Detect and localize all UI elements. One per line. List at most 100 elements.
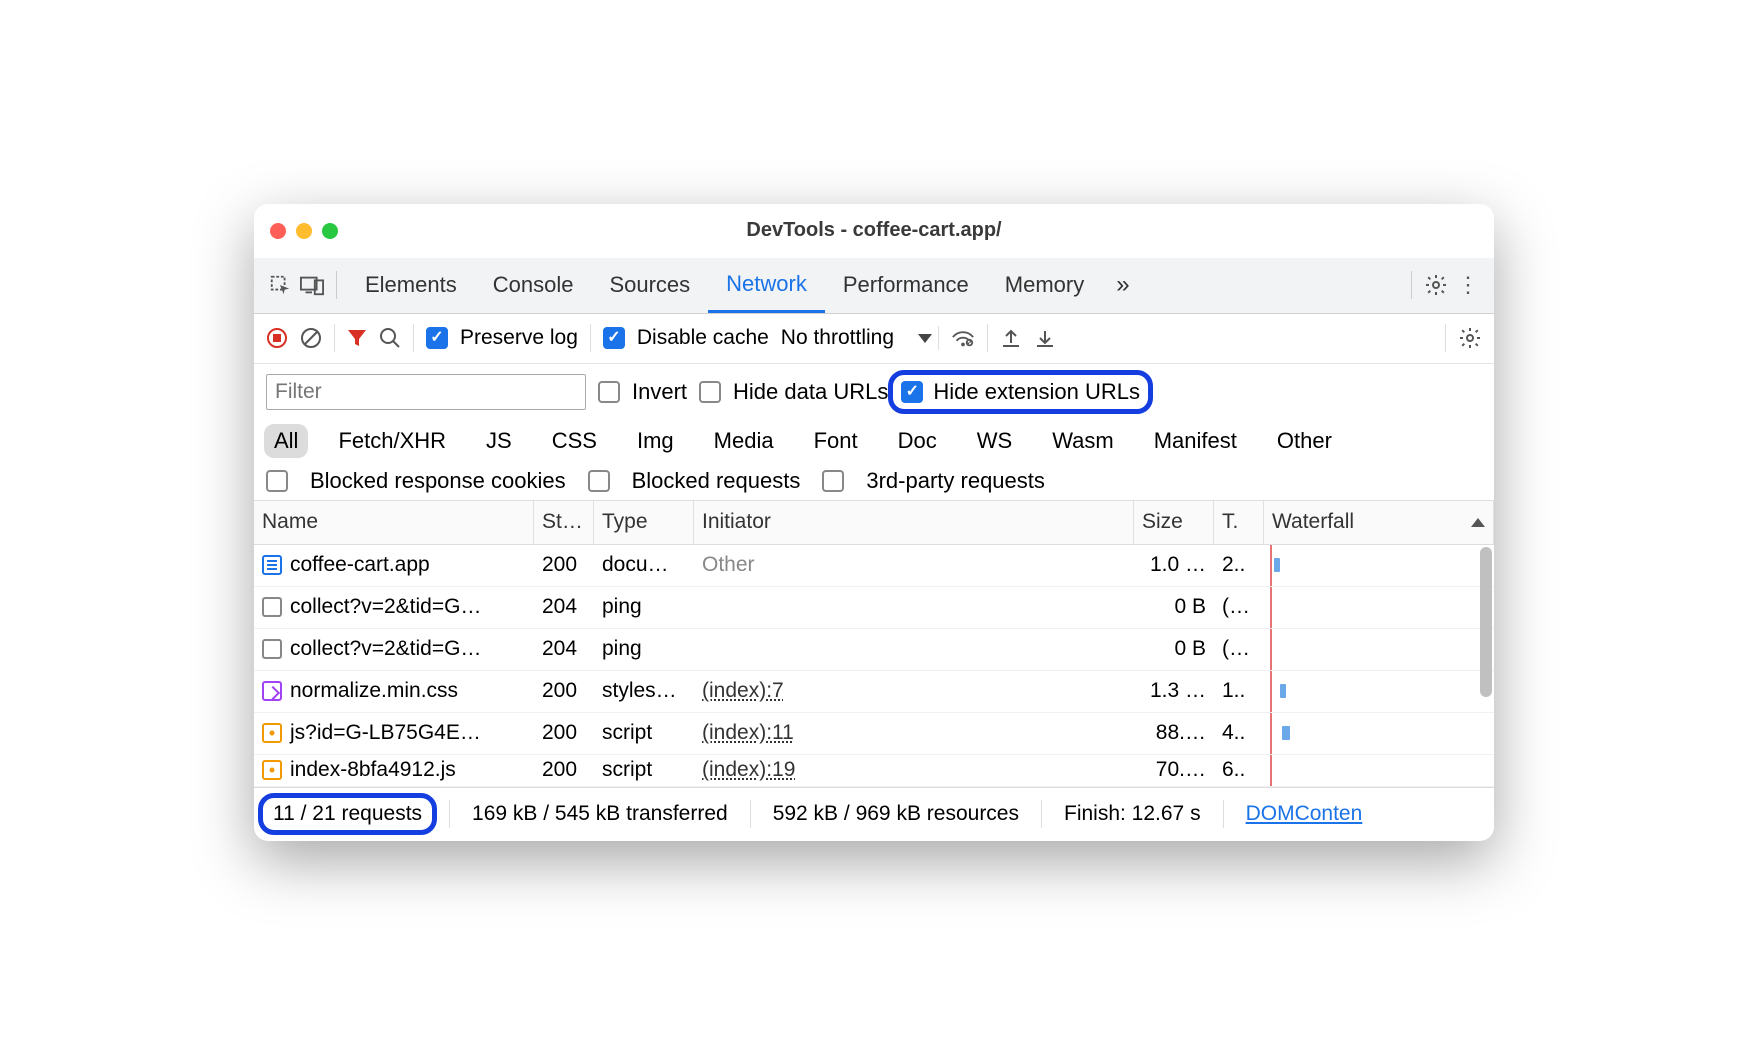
- chip-ws[interactable]: WS: [967, 424, 1022, 458]
- clear-button-icon[interactable]: [300, 327, 322, 349]
- waterfall-cell: [1264, 755, 1494, 786]
- status-code: 204: [534, 637, 594, 661]
- preserve-log-checkbox[interactable]: [426, 327, 448, 349]
- invert-label: Invert: [632, 379, 687, 405]
- tab-elements[interactable]: Elements: [347, 257, 475, 313]
- status-code: 204: [534, 595, 594, 619]
- waterfall-cell: [1264, 545, 1494, 586]
- throttling-select[interactable]: No throttling: [781, 326, 939, 350]
- chip-wasm[interactable]: Wasm: [1042, 424, 1124, 458]
- chip-font[interactable]: Font: [804, 424, 868, 458]
- device-toolbar-icon[interactable]: [298, 271, 326, 299]
- col-initiator[interactable]: Initiator: [694, 501, 1134, 544]
- col-type[interactable]: Type: [594, 501, 694, 544]
- js-file-icon: [262, 760, 282, 780]
- initiator-link[interactable]: (index):19: [702, 758, 795, 781]
- table-row[interactable]: collect?v=2&tid=G…204ping0 B(…: [254, 587, 1494, 629]
- request-type: docu…: [594, 553, 694, 577]
- scrollbar-thumb[interactable]: [1480, 547, 1492, 697]
- separator: [413, 324, 414, 352]
- waterfall-cell: [1264, 713, 1494, 754]
- initiator-link[interactable]: (index):11: [702, 721, 794, 744]
- network-settings-gear-icon[interactable]: [1458, 326, 1482, 350]
- thirdparty-label: 3rd-party requests: [866, 468, 1045, 494]
- time-cell: (…: [1214, 595, 1264, 619]
- col-status[interactable]: St…: [534, 501, 594, 544]
- network-toolbar: Preserve log Disable cache No throttling: [254, 314, 1494, 364]
- request-type: ping: [594, 637, 694, 661]
- resource-type-chips: All Fetch/XHR JS CSS Img Media Font Doc WS Wasm Ma…: [254, 420, 1494, 462]
- divider: [336, 271, 337, 299]
- col-time[interactable]: T.: [1214, 501, 1264, 544]
- chip-css[interactable]: CSS: [542, 424, 607, 458]
- divider: [1411, 271, 1412, 299]
- upload-har-icon[interactable]: [1000, 327, 1022, 349]
- col-size[interactable]: Size: [1134, 501, 1214, 544]
- sort-ascending-icon: [1471, 518, 1485, 527]
- chip-js[interactable]: JS: [476, 424, 522, 458]
- tab-memory[interactable]: Memory: [987, 257, 1102, 313]
- network-conditions-icon[interactable]: [951, 327, 975, 349]
- filter-input[interactable]: [266, 374, 586, 410]
- tab-more[interactable]: »: [1106, 257, 1139, 313]
- tab-console[interactable]: Console: [475, 257, 592, 313]
- record-button-icon[interactable]: [266, 327, 288, 349]
- thirdparty-checkbox[interactable]: [822, 470, 844, 492]
- settings-gear-icon[interactable]: [1422, 271, 1450, 299]
- size-cell: 70.…: [1134, 758, 1214, 782]
- table-row[interactable]: normalize.min.css200styles…(index):71.3 …: [254, 671, 1494, 713]
- hide-extension-urls-label: Hide extension URLs: [933, 379, 1140, 405]
- download-har-icon[interactable]: [1034, 327, 1056, 349]
- disable-cache-checkbox[interactable]: [603, 327, 625, 349]
- inspect-element-icon[interactable]: [266, 271, 294, 299]
- request-name: index-8bfa4912.js: [290, 758, 456, 782]
- tab-network[interactable]: Network: [708, 257, 825, 313]
- blocked-cookies-label: Blocked response cookies: [310, 468, 566, 494]
- window-title: DevTools - coffee-cart.app/: [254, 219, 1494, 242]
- domcontent-link[interactable]: DOMConten: [1246, 802, 1363, 826]
- col-waterfall[interactable]: Waterfall: [1264, 501, 1494, 544]
- chip-media[interactable]: Media: [704, 424, 784, 458]
- table-row[interactable]: collect?v=2&tid=G…204ping0 B(…: [254, 629, 1494, 671]
- hide-data-urls-checkbox[interactable]: [699, 381, 721, 403]
- close-window-button[interactable]: [270, 223, 286, 239]
- chip-all[interactable]: All: [264, 424, 308, 458]
- chip-fetchxhr[interactable]: Fetch/XHR: [328, 424, 456, 458]
- separator: [750, 800, 751, 828]
- table-row[interactable]: coffee-cart.app200docu…Other1.0 …2..: [254, 545, 1494, 587]
- tab-performance[interactable]: Performance: [825, 257, 987, 313]
- disable-cache-label: Disable cache: [637, 326, 769, 350]
- invert-checkbox[interactable]: [598, 381, 620, 403]
- chip-doc[interactable]: Doc: [888, 424, 947, 458]
- finish-time: Finish: 12.67 s: [1064, 802, 1201, 826]
- time-cell: 6..: [1214, 758, 1264, 782]
- request-name: js?id=G-LB75G4E…: [290, 721, 481, 745]
- time-cell: (…: [1214, 637, 1264, 661]
- tab-sources[interactable]: Sources: [591, 257, 708, 313]
- request-type: ping: [594, 595, 694, 619]
- chip-manifest[interactable]: Manifest: [1144, 424, 1247, 458]
- search-icon[interactable]: [379, 327, 401, 349]
- kebab-menu-icon[interactable]: ⋮: [1454, 271, 1482, 299]
- blocked-cookies-checkbox[interactable]: [266, 470, 288, 492]
- table-row[interactable]: js?id=G-LB75G4E…200script(index):1188.…4…: [254, 713, 1494, 755]
- maximize-window-button[interactable]: [322, 223, 338, 239]
- initiator-cell: (index):7: [694, 679, 1134, 703]
- minimize-window-button[interactable]: [296, 223, 312, 239]
- filter-funnel-icon[interactable]: [347, 328, 367, 348]
- filter-bar: Invert Hide data URLs Hide extension URL…: [254, 364, 1494, 420]
- separator: [334, 324, 335, 352]
- request-name: collect?v=2&tid=G…: [290, 595, 481, 619]
- blocked-requests-label: Blocked requests: [632, 468, 801, 494]
- table-row[interactable]: index-8bfa4912.js200script(index):1970.……: [254, 755, 1494, 787]
- initiator-link[interactable]: (index):7: [702, 679, 784, 702]
- size-cell: 1.3 …: [1134, 679, 1214, 703]
- col-name[interactable]: Name: [254, 501, 534, 544]
- resources-size: 592 kB / 969 kB resources: [773, 802, 1019, 826]
- chip-img[interactable]: Img: [627, 424, 684, 458]
- time-cell: 1..: [1214, 679, 1264, 703]
- hide-extension-urls-checkbox[interactable]: [901, 381, 923, 403]
- blocked-requests-checkbox[interactable]: [588, 470, 610, 492]
- chip-other[interactable]: Other: [1267, 424, 1342, 458]
- hide-data-urls-label: Hide data URLs: [733, 379, 888, 405]
